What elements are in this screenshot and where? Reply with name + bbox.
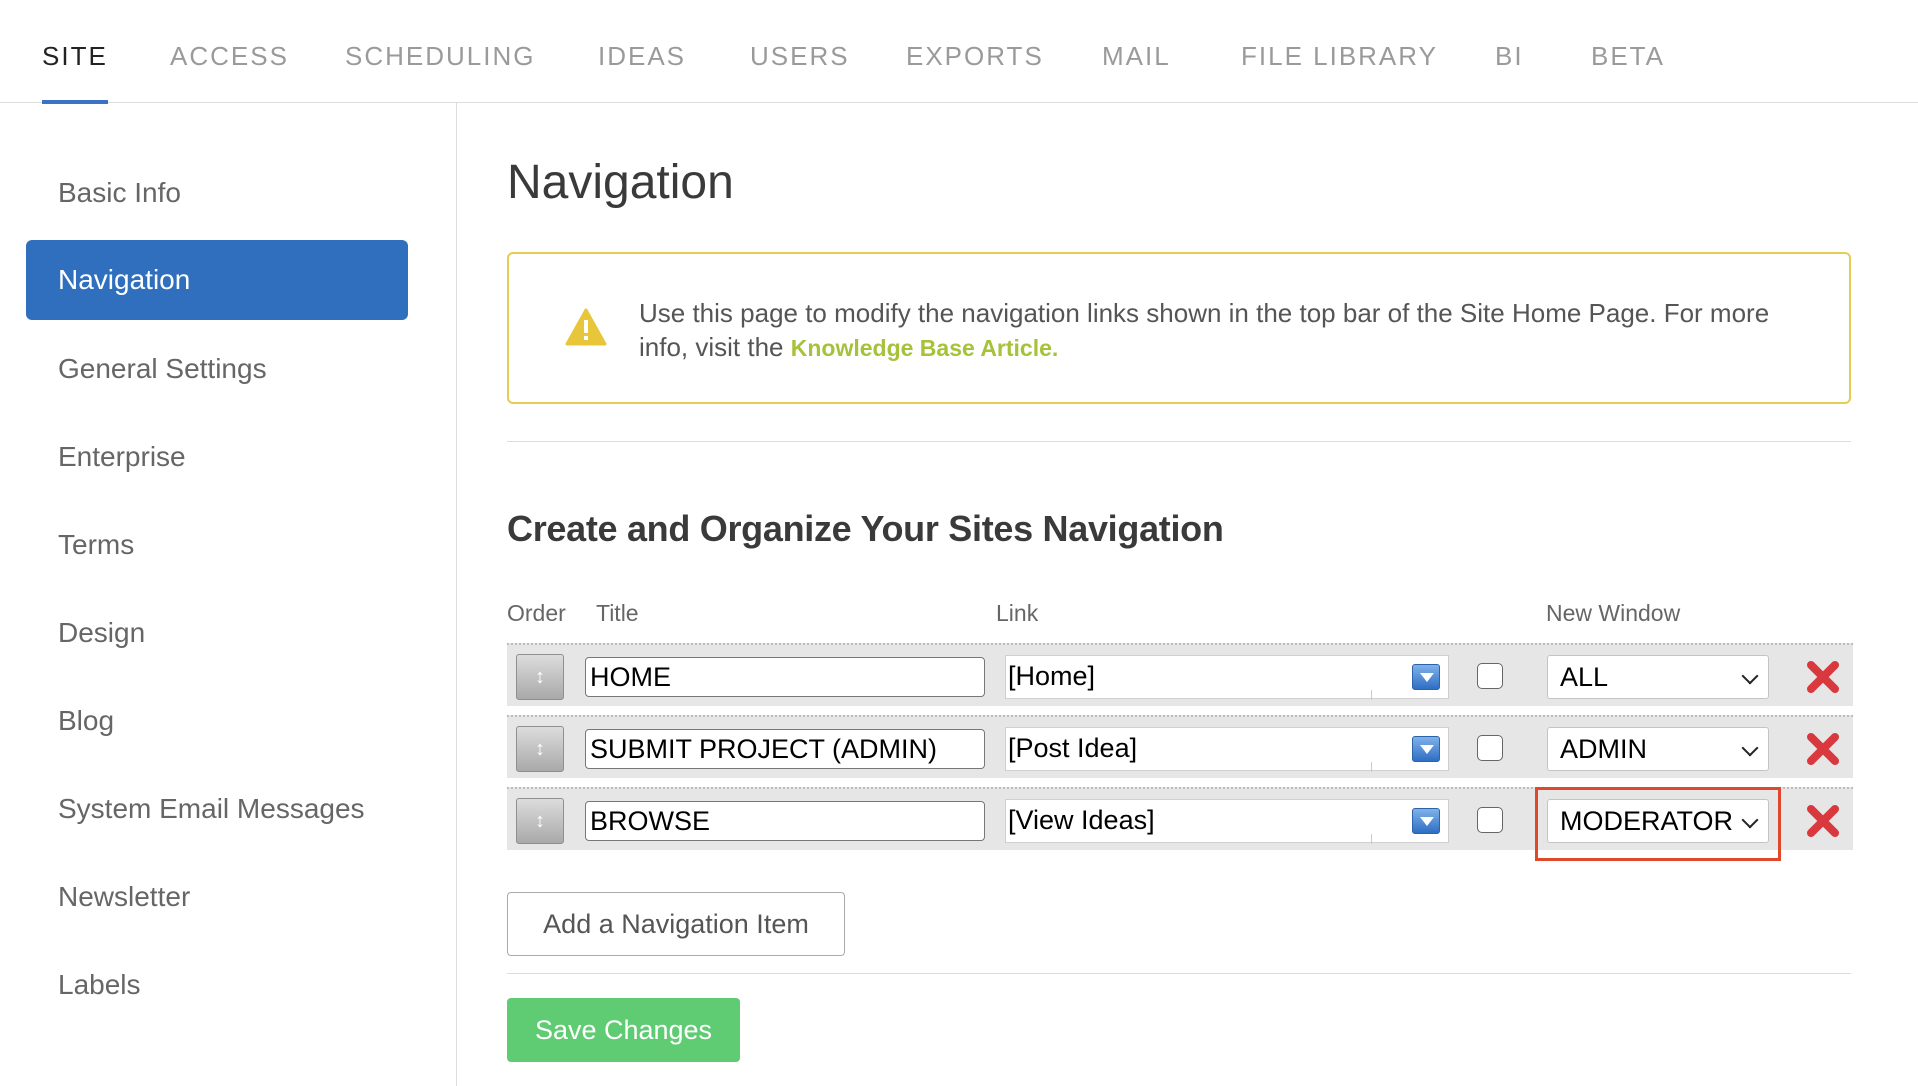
tab-file-library[interactable]: FILE LIBRARY bbox=[1241, 0, 1438, 103]
warning-icon bbox=[565, 308, 607, 346]
divider bbox=[507, 441, 1851, 442]
new-window-checkbox[interactable] bbox=[1477, 807, 1503, 833]
sidebar-item-basic-info[interactable]: Basic Info bbox=[26, 153, 408, 233]
sidebar-item-enterprise[interactable]: Enterprise bbox=[26, 417, 408, 497]
link-separator bbox=[1371, 762, 1372, 772]
nav-link-select[interactable]: [Post Idea] bbox=[1005, 727, 1449, 772]
access-select[interactable]: ALL bbox=[1547, 655, 1769, 699]
new-window-checkbox[interactable] bbox=[1477, 663, 1503, 689]
page-title: Navigation bbox=[507, 156, 734, 209]
chevron-down-icon bbox=[1741, 667, 1759, 685]
save-changes-button[interactable]: Save Changes bbox=[507, 998, 740, 1062]
nav-title-input[interactable] bbox=[585, 657, 985, 697]
column-header-link: Link bbox=[996, 600, 1039, 626]
drag-handle-icon[interactable]: ↕ bbox=[516, 654, 564, 700]
delete-icon[interactable] bbox=[1804, 658, 1842, 696]
section-title: Create and Organize Your Sites Navigatio… bbox=[507, 508, 1224, 549]
nav-row: ↕ [Home] ALL bbox=[507, 643, 1853, 706]
access-select-value: ALL bbox=[1560, 662, 1609, 692]
tab-site[interactable]: SITE bbox=[42, 0, 108, 104]
delete-icon[interactable] bbox=[1804, 730, 1842, 768]
access-select[interactable]: ADMIN bbox=[1547, 727, 1769, 771]
dropdown-arrow-icon[interactable] bbox=[1412, 736, 1440, 762]
nav-row: ↕ [Post Idea] ADMIN bbox=[507, 715, 1853, 778]
nav-row: ↕ [View Ideas] MODERATOR bbox=[507, 787, 1853, 861]
delete-icon[interactable] bbox=[1804, 802, 1842, 840]
link-separator bbox=[1371, 834, 1372, 844]
link-separator bbox=[1371, 690, 1372, 700]
chevron-down-icon bbox=[1741, 739, 1759, 757]
tab-access[interactable]: ACCESS bbox=[170, 0, 289, 103]
dropdown-arrow-icon[interactable] bbox=[1412, 808, 1440, 834]
sidebar-item-navigation[interactable]: Navigation bbox=[26, 240, 408, 320]
tab-scheduling[interactable]: SCHEDULING bbox=[345, 0, 535, 103]
drag-handle-icon[interactable]: ↕ bbox=[516, 798, 564, 844]
sidebar-item-general-settings[interactable]: General Settings bbox=[26, 329, 408, 409]
sidebar-item-labels[interactable]: Labels bbox=[26, 945, 408, 1025]
divider bbox=[507, 973, 1851, 974]
info-notice: Use this page to modify the navigation l… bbox=[507, 252, 1851, 404]
sidebar-item-blog[interactable]: Blog bbox=[26, 681, 408, 761]
top-nav: SITE ACCESS SCHEDULING IDEAS USERS EXPOR… bbox=[0, 0, 1918, 104]
column-header-new-window: New Window bbox=[1546, 600, 1681, 626]
sidebar: Basic Info Navigation General Settings E… bbox=[0, 103, 457, 1086]
sidebar-item-design[interactable]: Design bbox=[26, 593, 408, 673]
nav-link-value: [View Ideas] bbox=[1008, 805, 1155, 835]
tab-beta[interactable]: BETA bbox=[1591, 0, 1665, 103]
new-window-checkbox[interactable] bbox=[1477, 735, 1503, 761]
tab-ideas[interactable]: IDEAS bbox=[598, 0, 686, 103]
tab-users[interactable]: USERS bbox=[750, 0, 850, 103]
access-select-value: ADMIN bbox=[1560, 734, 1647, 764]
nav-title-input[interactable] bbox=[585, 801, 985, 841]
sidebar-item-system-email-messages[interactable]: System Email Messages bbox=[26, 769, 408, 849]
sidebar-item-newsletter[interactable]: Newsletter bbox=[26, 857, 408, 937]
notice-message: Use this page to modify the navigation l… bbox=[639, 296, 1819, 365]
tab-bi[interactable]: BI bbox=[1495, 0, 1524, 103]
tab-exports[interactable]: EXPORTS bbox=[906, 0, 1044, 103]
access-select[interactable]: MODERATOR bbox=[1547, 799, 1769, 843]
add-navigation-item-button[interactable]: Add a Navigation Item bbox=[507, 892, 845, 956]
chevron-down-icon bbox=[1741, 811, 1759, 829]
tab-mail[interactable]: MAIL bbox=[1102, 0, 1171, 103]
knowledge-base-link[interactable]: Knowledge Base Article. bbox=[791, 335, 1059, 361]
nav-link-value: [Home] bbox=[1008, 661, 1096, 691]
nav-title-input[interactable] bbox=[585, 729, 985, 769]
nav-link-select[interactable]: [View Ideas] bbox=[1005, 799, 1449, 844]
nav-link-value: [Post Idea] bbox=[1008, 733, 1138, 763]
sidebar-item-terms[interactable]: Terms bbox=[26, 505, 408, 585]
column-header-order: Order bbox=[507, 600, 566, 626]
column-header-title: Title bbox=[596, 600, 639, 626]
access-select-value: MODERATOR bbox=[1560, 806, 1734, 836]
nav-link-select[interactable]: [Home] bbox=[1005, 655, 1449, 700]
drag-handle-icon[interactable]: ↕ bbox=[516, 726, 564, 772]
dropdown-arrow-icon[interactable] bbox=[1412, 664, 1440, 690]
